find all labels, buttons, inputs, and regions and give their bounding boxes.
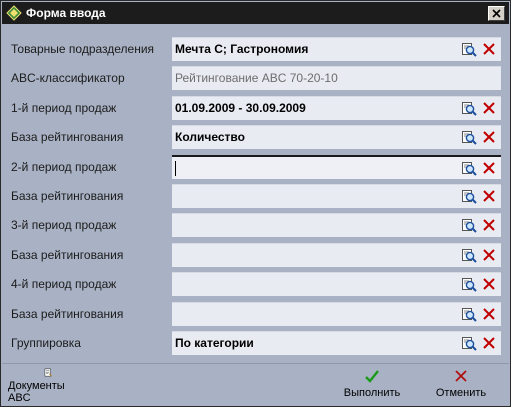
field-input[interactable]: 01.09.2009 - 30.09.2009 — [172, 96, 501, 120]
magnifier-icon[interactable] — [461, 306, 477, 322]
form-row: База рейтингования — [5, 302, 505, 326]
field-input: Рейтингование ABC 70-20-10 — [172, 66, 501, 90]
app-diamond-icon — [6, 5, 22, 21]
field-input[interactable] — [172, 155, 501, 179]
magnifier-icon[interactable] — [461, 100, 477, 116]
magnifier-icon[interactable] — [461, 335, 477, 351]
magnifier-icon[interactable] — [461, 217, 477, 233]
red-x-icon[interactable] — [481, 276, 497, 292]
field-label: База рейтингования — [11, 189, 124, 203]
field-input[interactable] — [172, 302, 501, 326]
magnifier-icon[interactable] — [461, 160, 477, 176]
document-icon — [44, 368, 53, 377]
red-x-icon[interactable] — [481, 160, 497, 176]
magnifier-icon[interactable] — [461, 129, 477, 145]
field-label: 1-й период продаж — [11, 101, 117, 115]
field-label: База рейтингования — [11, 248, 124, 262]
magnifier-icon[interactable] — [461, 188, 477, 204]
field-value: Рейтингование ABC 70-20-10 — [175, 71, 338, 85]
form-row: 3-й период продаж — [5, 213, 505, 237]
form-row: База рейтингования Количество — [5, 125, 505, 149]
close-icon — [492, 8, 501, 18]
execute-button[interactable]: Выполнить — [340, 368, 404, 404]
field-input[interactable] — [172, 184, 501, 208]
form-row: 2-й период продаж — [5, 155, 505, 179]
magnifier-icon[interactable] — [461, 41, 477, 57]
red-x-icon[interactable] — [481, 217, 497, 233]
text-caret — [175, 161, 176, 176]
field-label: 4-й период продаж — [11, 277, 117, 291]
red-x-icon[interactable] — [481, 188, 497, 204]
field-input[interactable]: По категории — [172, 331, 501, 355]
form-row: База рейтингования — [5, 184, 505, 208]
red-x-icon[interactable] — [481, 41, 497, 57]
bottom-toolbar: Документы ABC Выполнить Отменить — [2, 363, 509, 406]
field-value: Количество — [175, 130, 245, 144]
field-input[interactable] — [172, 243, 501, 267]
form-row: Товарные подразделения Мечта С; Гастроном… — [5, 37, 505, 61]
field-label: База рейтингования — [11, 307, 124, 321]
field-value: По категории — [175, 336, 254, 350]
red-x-icon[interactable] — [481, 247, 497, 263]
field-input[interactable]: Мечта С; Гастрономия — [172, 37, 501, 61]
close-button[interactable] — [488, 5, 505, 21]
field-input[interactable] — [172, 213, 501, 237]
cancel-label: Отменить — [435, 387, 487, 399]
field-label: 2-й период продаж — [11, 160, 117, 174]
cross-icon — [455, 370, 467, 382]
field-label: База рейтингования — [11, 130, 124, 144]
input-form-window: Форма ввода Товарные подразделения Мечта … — [0, 0, 511, 407]
field-label: 3-й период продаж — [11, 218, 117, 232]
field-input[interactable]: Количество — [172, 125, 501, 149]
red-x-icon[interactable] — [481, 335, 497, 351]
field-label: ABC-классификатор — [11, 71, 125, 85]
red-x-icon[interactable] — [481, 100, 497, 116]
magnifier-icon[interactable] — [461, 276, 477, 292]
form-row: ABC-классификатор Рейтингование ABC 70-20… — [5, 66, 505, 90]
window-title: Форма ввода — [26, 6, 106, 20]
abc-documents-button[interactable]: Документы ABC — [8, 368, 88, 404]
form-row: 4-й период продаж — [5, 272, 505, 296]
form-row: 1-й период продаж 01.09.2009 - 30.09.2009 — [5, 96, 505, 120]
checkmark-icon — [365, 370, 379, 383]
red-x-icon[interactable] — [481, 306, 497, 322]
execute-label: Выполнить — [343, 387, 401, 399]
field-label: Товарные подразделения — [11, 42, 155, 56]
field-value: 01.09.2009 - 30.09.2009 — [175, 101, 306, 115]
abc-documents-label: Документы ABC — [8, 380, 65, 404]
field-value: Мечта С; Гастрономия — [175, 42, 309, 56]
title-bar[interactable]: Форма ввода — [2, 2, 509, 24]
red-x-icon[interactable] — [481, 129, 497, 145]
cancel-button[interactable]: Отменить — [430, 368, 492, 404]
form-row: Группировка По категории — [5, 331, 505, 355]
field-label: Группировка — [11, 336, 81, 350]
magnifier-icon[interactable] — [461, 247, 477, 263]
field-input[interactable] — [172, 272, 501, 296]
form-row: База рейтингования — [5, 243, 505, 267]
